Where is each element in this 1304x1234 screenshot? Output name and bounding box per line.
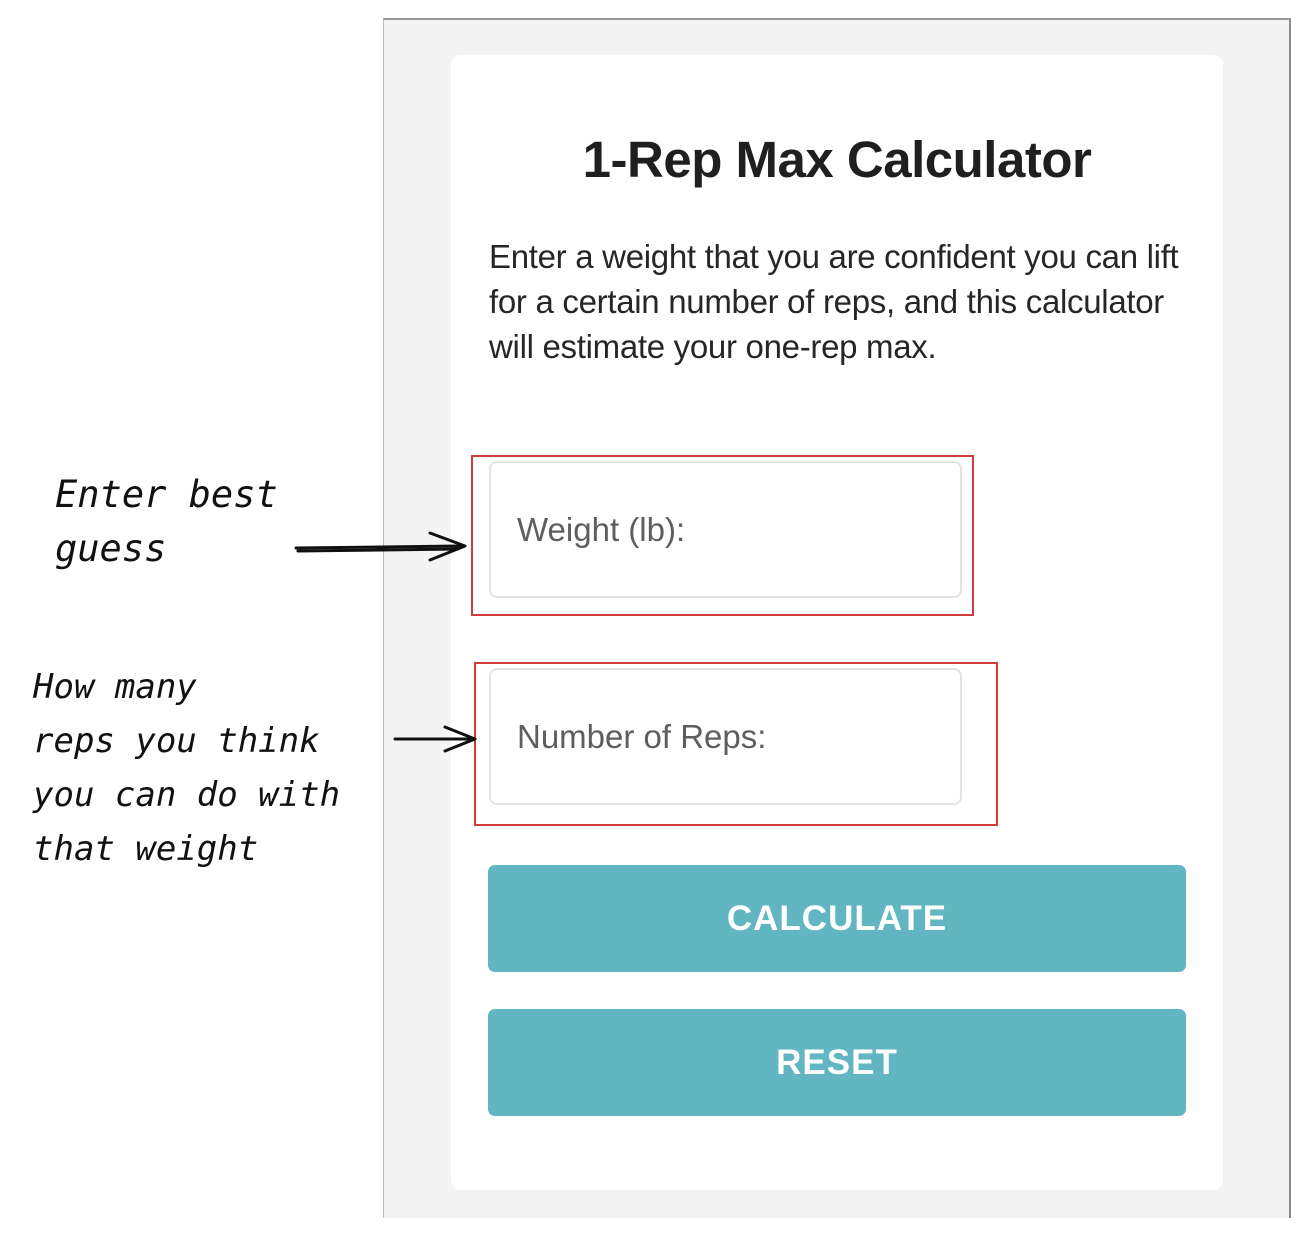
calculator-description: Enter a weight that you are confident yo… — [489, 238, 1179, 365]
reps-input[interactable] — [489, 668, 962, 805]
page-title: 1-Rep Max Calculator — [582, 131, 1092, 188]
reps-annotation-note: How many reps you think you can do with … — [33, 667, 341, 869]
calculate-button[interactable]: CALCULATE — [488, 865, 1186, 972]
reset-button[interactable]: RESET — [488, 1009, 1186, 1116]
weight-input[interactable] — [489, 461, 962, 598]
weight-annotation-note: Enter best guess — [55, 473, 278, 570]
